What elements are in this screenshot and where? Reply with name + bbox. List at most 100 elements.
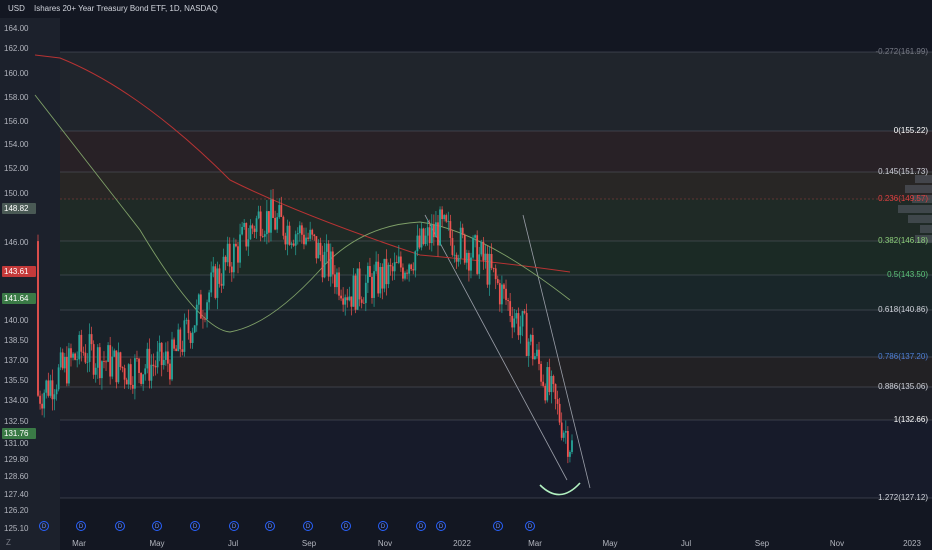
candle-body	[404, 272, 406, 279]
fib-level-label: 1(132.66)	[893, 415, 928, 424]
dividend-badge[interactable]: D	[436, 521, 446, 531]
candle-body	[278, 205, 281, 218]
candle-body	[257, 211, 260, 219]
chart-area[interactable]: USD Ishares 20+ Year Treasury Bond ETF, …	[0, 0, 932, 550]
dividend-badge[interactable]: D	[303, 521, 313, 531]
candle-body	[212, 266, 215, 273]
dividend-badge[interactable]: D	[115, 521, 125, 531]
dividend-badge[interactable]: D	[265, 521, 275, 531]
candle-body	[494, 268, 497, 280]
candle-body	[160, 342, 163, 366]
candle-body	[377, 261, 380, 294]
candle-body	[63, 357, 66, 369]
candle-body	[127, 364, 130, 385]
candle-body	[183, 320, 186, 352]
candle-body	[284, 235, 287, 245]
candle-body	[498, 283, 501, 305]
candle-body	[418, 235, 421, 248]
candle-body	[364, 282, 367, 304]
candle-body	[199, 294, 202, 319]
candle-body	[276, 217, 279, 230]
price-chart[interactable]	[0, 0, 932, 550]
candle-body	[45, 380, 48, 393]
candle-body	[98, 347, 101, 379]
price-tag: 131.76	[2, 428, 36, 439]
candle-body	[488, 253, 491, 285]
symbol-title[interactable]: Ishares 20+ Year Treasury Bond ETF, 1D, …	[34, 0, 218, 18]
candle-body	[461, 227, 464, 235]
candle-body	[560, 422, 563, 438]
candle-body	[383, 258, 386, 289]
dividend-badge[interactable]: D	[416, 521, 426, 531]
candle-body	[55, 389, 58, 395]
time-axis-label: Sep	[754, 539, 770, 548]
candle-body	[134, 358, 136, 389]
dividend-badge[interactable]: D	[229, 521, 239, 531]
candle-body	[253, 228, 256, 232]
time-axis-label: Jul	[680, 539, 692, 548]
candle-body	[226, 243, 229, 263]
candle-body	[125, 379, 128, 385]
candle-body	[241, 226, 244, 235]
candle-body	[109, 345, 112, 377]
price-axis-label: 127.40	[4, 490, 29, 499]
candle-body	[554, 384, 557, 400]
candle-body	[76, 359, 79, 361]
candle-body	[259, 211, 262, 237]
candle-body	[548, 367, 551, 393]
candle-body	[470, 257, 472, 271]
candle-body	[177, 329, 180, 352]
candle-body	[305, 237, 307, 245]
price-tag: 141.64	[2, 293, 36, 304]
candle-body	[375, 261, 378, 272]
dividend-badge[interactable]: D	[76, 521, 86, 531]
candle-body	[204, 318, 206, 320]
candle-body	[338, 272, 340, 296]
candle-body	[72, 353, 74, 358]
price-axis-label: 135.50	[4, 376, 29, 385]
candle-body	[43, 392, 46, 409]
candle-body	[152, 364, 155, 366]
fib-level-label: 1.272(127.12)	[878, 493, 928, 502]
candle-body	[117, 352, 120, 383]
candle-body	[268, 211, 270, 233]
candle-body	[220, 283, 223, 286]
candle-body	[527, 341, 530, 356]
dividend-badge[interactable]: D	[341, 521, 351, 531]
candle-body	[210, 272, 213, 293]
dividend-badge[interactable]: D	[378, 521, 388, 531]
candle-body	[119, 352, 122, 368]
dividend-badge[interactable]: D	[152, 521, 162, 531]
candle-body	[432, 224, 435, 238]
candle-body	[472, 237, 474, 258]
candle-body	[319, 242, 322, 255]
candle-body	[301, 225, 303, 235]
candle-body	[235, 243, 237, 247]
time-axis-label: Mar	[528, 539, 542, 548]
price-axis-label: 156.00	[4, 117, 29, 126]
currency-label[interactable]: USD	[8, 0, 25, 18]
tradingview-logo-icon[interactable]: Z	[6, 538, 18, 548]
candle-body	[228, 243, 231, 267]
candle-body	[420, 228, 423, 248]
candle-body	[78, 334, 81, 360]
dividend-badge[interactable]: D	[525, 521, 535, 531]
time-axis-label: 2023	[903, 539, 921, 548]
candle-body	[265, 211, 268, 235]
candle-body	[340, 295, 342, 299]
price-tag: 148.82	[2, 203, 36, 214]
price-axis-label: 164.00	[4, 24, 29, 33]
candle-body	[571, 440, 573, 452]
candle-body	[449, 221, 452, 238]
candle-body	[531, 334, 534, 360]
candle-body	[350, 296, 353, 307]
candle-body	[569, 451, 571, 457]
dividend-badge[interactable]: D	[39, 521, 49, 531]
candle-body	[443, 215, 446, 220]
candle-body	[144, 368, 147, 375]
candle-body	[47, 380, 50, 396]
dividend-badge[interactable]: D	[493, 521, 503, 531]
price-axis-label: 126.20	[4, 506, 29, 515]
candle-body	[303, 234, 305, 245]
dividend-badge[interactable]: D	[190, 521, 200, 531]
